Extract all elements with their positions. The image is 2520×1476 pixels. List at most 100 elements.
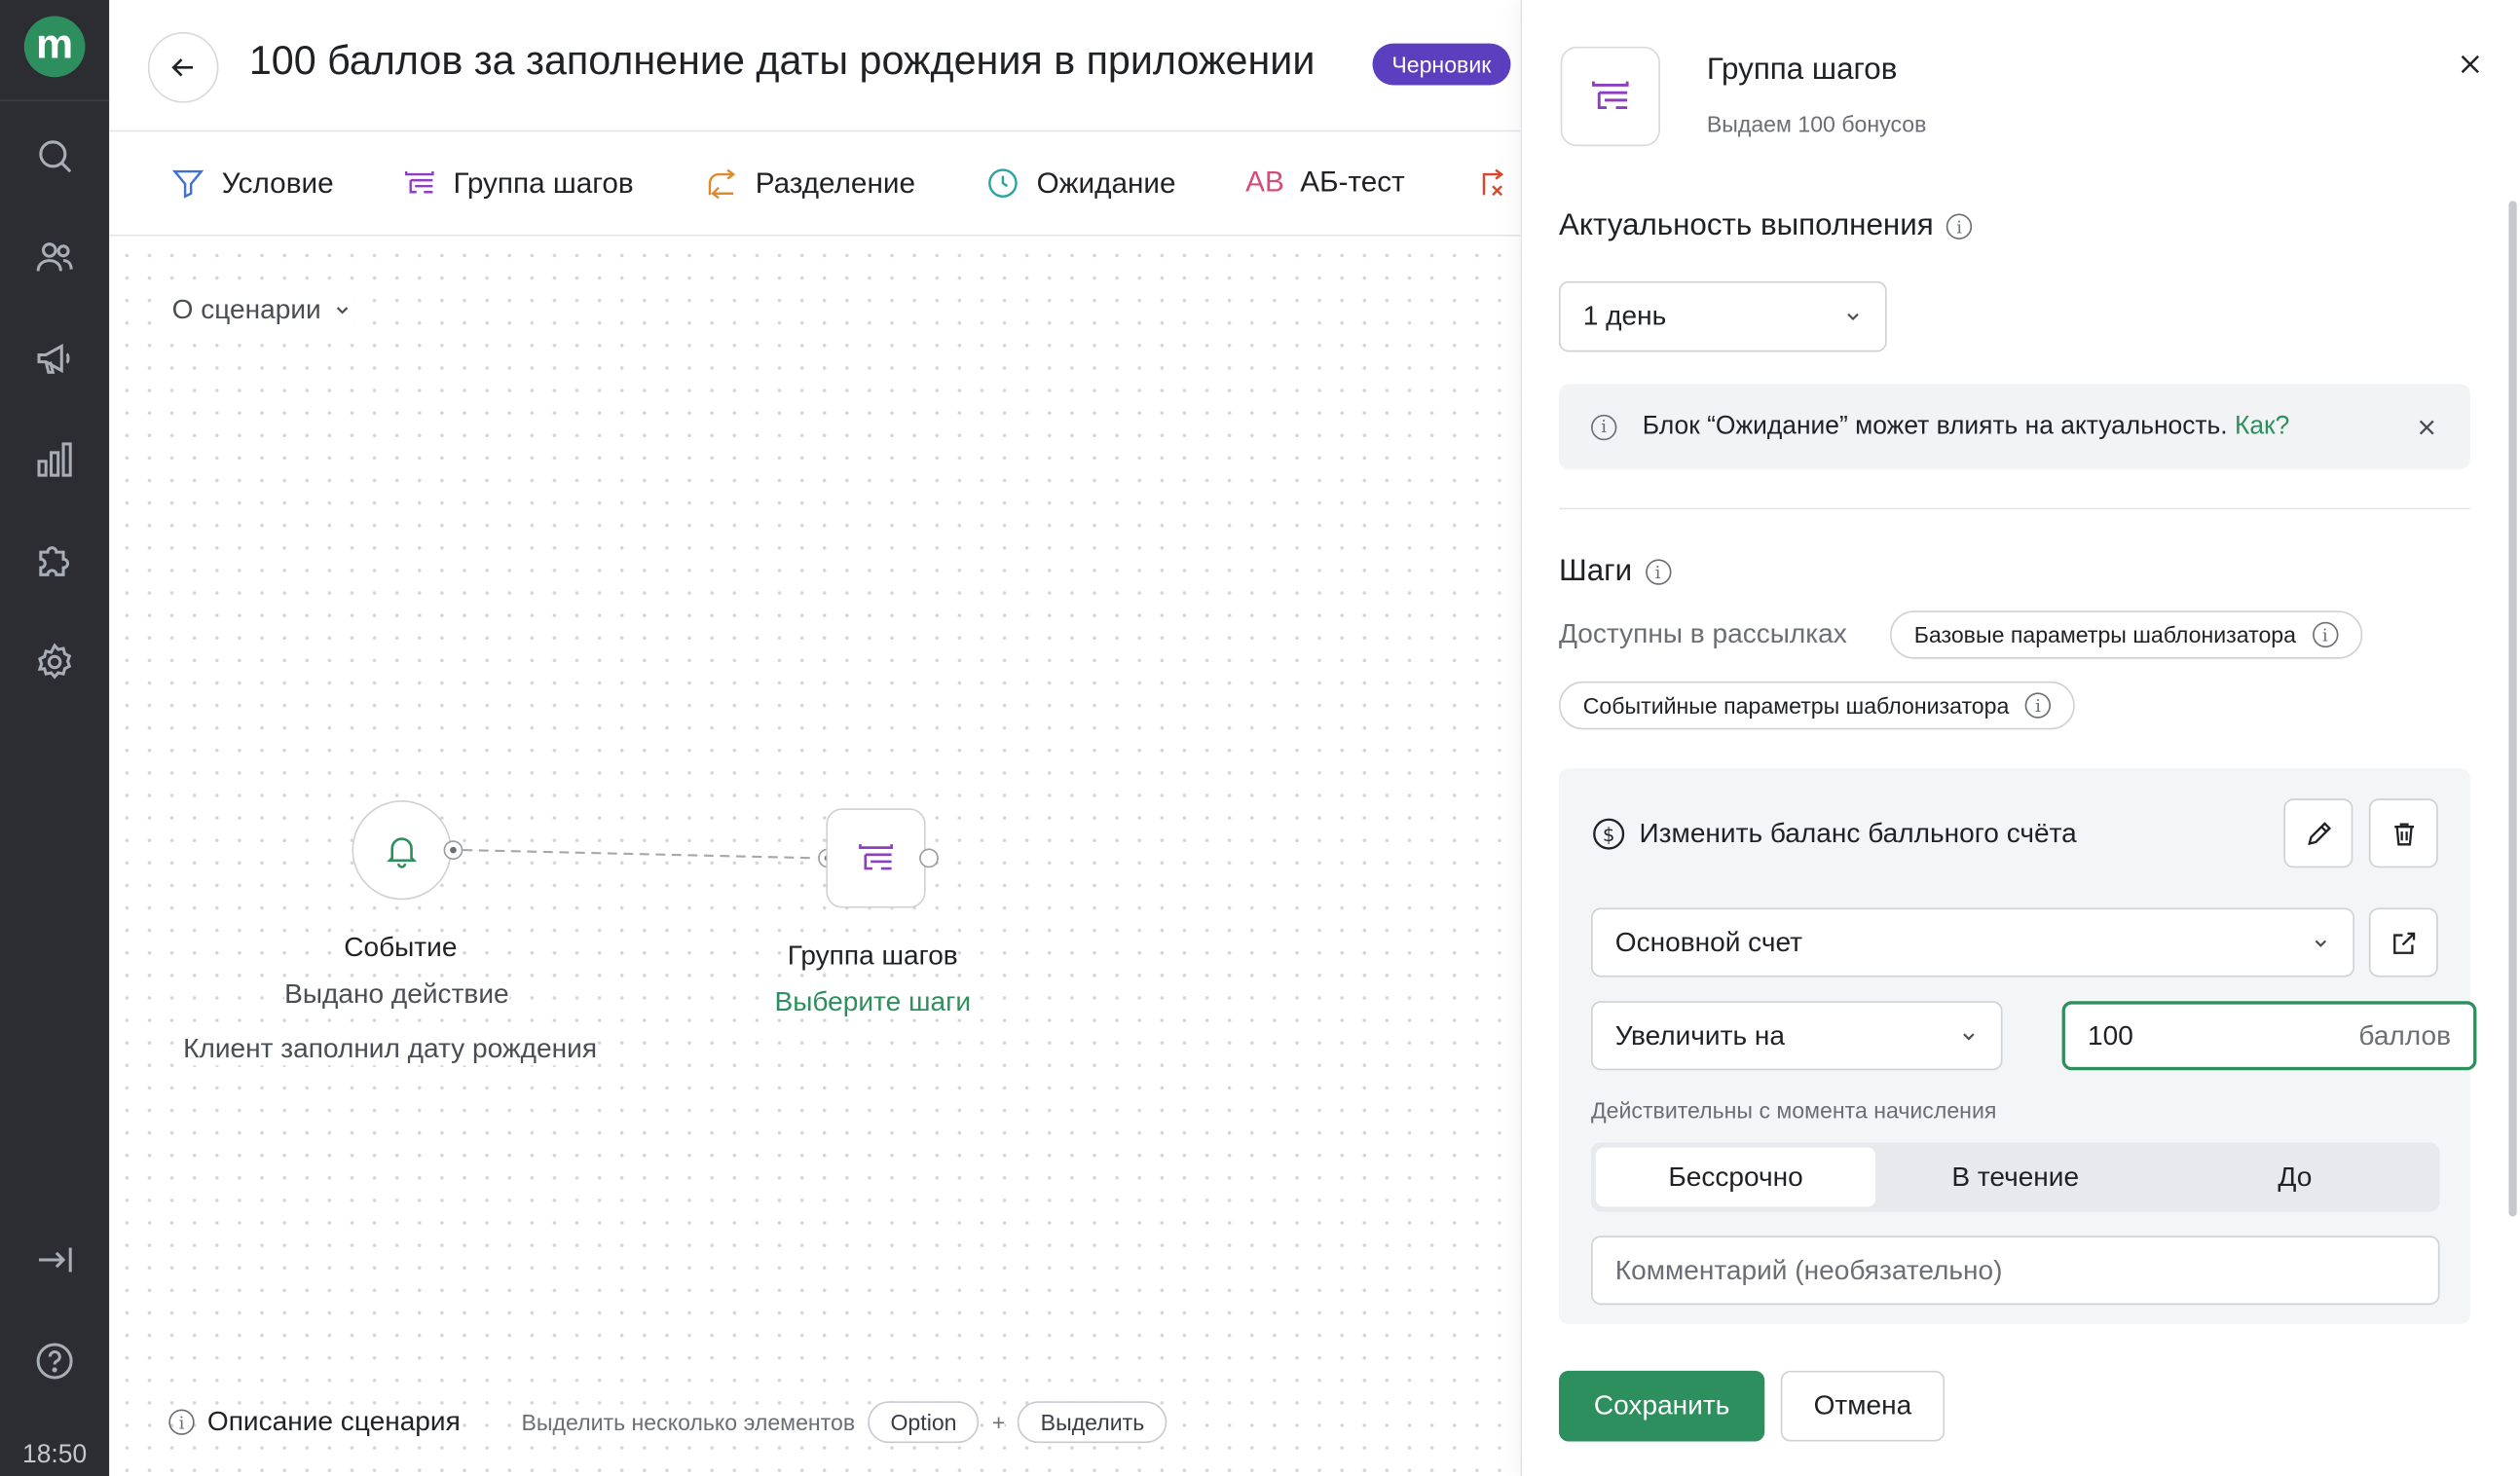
trash-icon: [2393, 822, 2414, 845]
choose-steps-link[interactable]: Выберите шаги: [774, 986, 972, 1019]
step-group-icon: [404, 171, 434, 194]
group-node-title: Группа шагов: [787, 940, 958, 973]
expand-icon[interactable]: [32, 1237, 77, 1282]
puzzle-icon[interactable]: [32, 538, 77, 583]
bell-icon: [387, 837, 418, 868]
operation-value: Увеличить на: [1614, 1019, 1785, 1051]
group-node-port-out[interactable]: [919, 848, 939, 868]
scenario-canvas[interactable]: О сценарии Событие Выдано действие Клиен…: [109, 238, 1521, 1476]
node-toolbar: Условие Группа шагов Разделение Ожидание…: [109, 133, 1521, 237]
logo[interactable]: m: [23, 16, 86, 78]
relevance-title: Актуальность выполнения: [1558, 208, 1934, 243]
comment-input[interactable]: [1590, 1236, 2440, 1306]
users-icon[interactable]: [32, 235, 77, 279]
chart-icon[interactable]: [32, 437, 77, 482]
tool-split[interactable]: Разделение: [704, 166, 915, 201]
account-value: Основной счет: [1614, 926, 1803, 957]
validity-label: Действительны с момента начисления: [1590, 1097, 1997, 1124]
event-node-title: Событие: [344, 932, 458, 965]
base-params-pill[interactable]: Базовые параметры шаблонизатора i: [1889, 610, 2362, 659]
panel-scrollbar[interactable]: [2508, 201, 2517, 1217]
arrow-left-icon: [171, 58, 194, 77]
relevance-heading: Актуальность выполнения i: [1558, 208, 1973, 244]
info-icon[interactable]: i: [2024, 692, 2052, 719]
multi-select-hint: Выделить несколько элементов: [521, 1409, 856, 1435]
gear-icon[interactable]: [32, 640, 77, 684]
back-button[interactable]: [147, 32, 219, 103]
svg-text:$: $: [1603, 824, 1615, 846]
chevron-down-icon: [1963, 1032, 1975, 1040]
segment-until[interactable]: До: [2155, 1147, 2434, 1206]
tool-exit[interactable]: [1472, 166, 1507, 201]
cancel-button[interactable]: Отмена: [1780, 1370, 1946, 1442]
option-key: Option: [868, 1401, 980, 1444]
pencil-icon: [2307, 821, 2331, 845]
sidebar: m 18:50: [0, 0, 110, 1476]
alert-text-wrap: Блок “Ожидание” может влиять на актуальн…: [1643, 412, 2390, 441]
alert-how-link[interactable]: Как?: [2235, 412, 2289, 439]
header: 100 баллов за заполнение даты рождения в…: [109, 0, 1521, 132]
info-icon[interactable]: i: [1645, 559, 1671, 585]
event-node[interactable]: [352, 799, 452, 901]
amount-units: баллов: [2358, 1019, 2452, 1051]
main-area: 100 баллов за заполнение даты рождения в…: [109, 0, 1521, 1476]
event-params-label: Событийные параметры шаблонизатора: [1582, 692, 2010, 719]
search-icon[interactable]: [32, 133, 77, 178]
scenario-description-link[interactable]: Описание сценария: [206, 1406, 461, 1439]
help-icon[interactable]: [32, 1339, 77, 1384]
info-icon[interactable]: i: [2312, 621, 2338, 648]
tool-ab-test-label: АБ-тест: [1300, 166, 1405, 199]
megaphone-icon[interactable]: [32, 336, 77, 381]
close-icon[interactable]: [2454, 49, 2486, 81]
split-icon: [708, 168, 736, 200]
validity-segmented-control: Бессрочно В течение До: [1590, 1142, 2440, 1212]
clock: 18:50: [22, 1441, 88, 1469]
tool-condition[interactable]: Условие: [170, 166, 334, 201]
connector-line: [463, 849, 817, 860]
tool-split-label: Разделение: [755, 166, 915, 199]
panel-subtitle[interactable]: Выдаем 100 бонусов: [1707, 111, 1927, 136]
chevron-down-icon: [1847, 313, 1859, 321]
tool-wait[interactable]: Ожидание: [985, 166, 1176, 201]
info-icon[interactable]: i: [1946, 213, 1973, 240]
step-group-icon: [859, 844, 893, 870]
steps-title: Шаги: [1558, 554, 1633, 589]
page-title: 100 баллов за заполнение даты рождения в…: [248, 38, 1316, 84]
amount-input[interactable]: 100 баллов: [2061, 1001, 2477, 1071]
clock-icon: [988, 168, 1018, 198]
tool-step-group[interactable]: Группа шагов: [402, 166, 634, 201]
edit-button[interactable]: [2283, 798, 2353, 868]
event-node-port-out[interactable]: [443, 840, 463, 861]
panel-title[interactable]: Группа шагов: [1707, 53, 1898, 88]
info-icon: i: [1590, 414, 1617, 440]
divider: [1558, 507, 2470, 510]
tool-ab-test[interactable]: AB АБ-тест: [1245, 166, 1405, 200]
group-node[interactable]: [826, 808, 926, 908]
filter-icon: [171, 169, 204, 199]
event-params-pill[interactable]: Событийные параметры шаблонизатора i: [1558, 681, 2076, 730]
tool-step-group-label: Группа шагов: [453, 166, 634, 199]
account-select[interactable]: Основной счет: [1590, 907, 2354, 978]
tool-wait-label: Ожидание: [1036, 166, 1176, 199]
base-params-label: Базовые параметры шаблонизатора: [1913, 621, 2297, 648]
steps-heading: Шаги i: [1559, 554, 1671, 589]
available-label: Доступны в рассылках: [1558, 618, 1847, 649]
close-icon[interactable]: [2416, 416, 2438, 438]
panel-step-group-icon: [1560, 46, 1660, 147]
event-node-subtitle: Выдано действие: [284, 978, 509, 1012]
info-icon: i: [168, 1409, 195, 1435]
open-account-button[interactable]: [2368, 907, 2438, 978]
segment-during[interactable]: В течение: [1875, 1147, 2155, 1206]
step-card: $ Изменить баланс балльного счёта Основн…: [1558, 767, 2477, 1325]
delete-button[interactable]: [2368, 798, 2438, 868]
sidebar-divider: [0, 99, 110, 101]
save-button[interactable]: Сохранить: [1558, 1370, 1765, 1442]
relevance-select[interactable]: 1 день: [1558, 280, 1887, 352]
wait-alert: i Блок “Ожидание” может влиять на актуал…: [1558, 384, 2470, 469]
event-node-detail: Клиент заполнил дату рождения: [183, 1033, 598, 1066]
select-key: Выделить: [1018, 1401, 1167, 1444]
chevron-down-icon: [2315, 939, 2327, 947]
segment-forever[interactable]: Бессрочно: [1595, 1147, 1876, 1207]
external-link-icon: [2392, 931, 2415, 954]
operation-select[interactable]: Увеличить на: [1590, 1001, 2003, 1071]
